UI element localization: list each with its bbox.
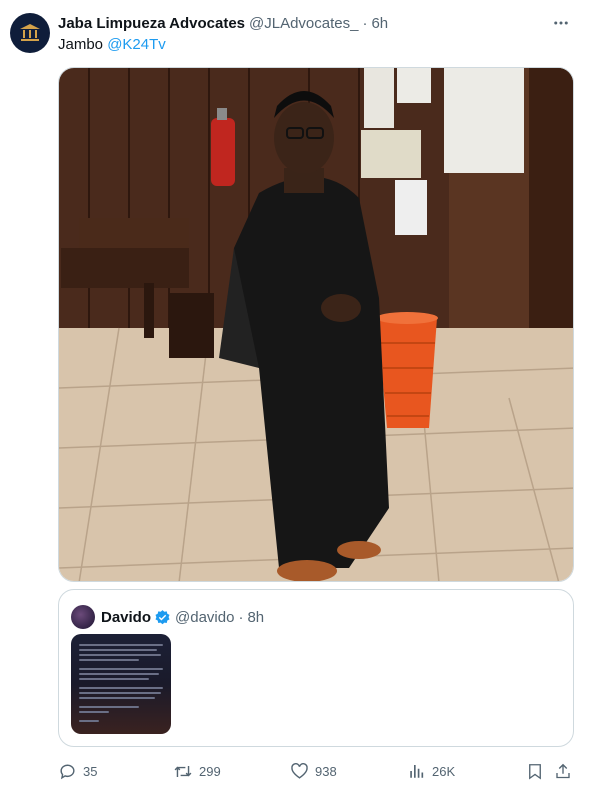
tweet-actions-bar: 35 299 938 26K	[58, 760, 578, 782]
retweet-count: 299	[199, 763, 221, 779]
law-firm-logo-icon	[20, 24, 40, 41]
author-name[interactable]: Jaba Limpueza Advocates	[58, 15, 245, 32]
reply-icon	[60, 764, 75, 779]
more-button[interactable]	[549, 11, 573, 35]
quoted-tweet[interactable]: Davido @davido · 8h	[58, 589, 574, 747]
mention-link[interactable]: @K24Tv	[107, 36, 166, 53]
reply-button[interactable]: 35	[58, 760, 97, 782]
tweet-timestamp[interactable]: 6h	[371, 15, 388, 32]
verified-icon	[154, 609, 171, 626]
views-count: 26K	[432, 763, 456, 779]
bookmark-icon	[529, 763, 541, 780]
like-button[interactable]: 938	[290, 760, 337, 782]
retweet-icon	[174, 765, 192, 777]
retweet-button[interactable]: 299	[173, 760, 221, 782]
quoted-tweet-media[interactable]	[71, 634, 171, 734]
tweet-text-body: Jambo	[58, 36, 108, 53]
views-button[interactable]: 26K	[408, 760, 455, 782]
like-icon	[291, 762, 308, 779]
reply-count: 35	[83, 763, 98, 779]
quoted-author-handle[interactable]: @davido	[175, 609, 234, 626]
quoted-tweet-timestamp[interactable]: 8h	[247, 609, 264, 626]
quoted-author-name[interactable]: Davido	[101, 609, 151, 626]
quoted-tweet-header: Davido @davido · 8h	[71, 605, 264, 629]
share-button[interactable]	[554, 760, 578, 782]
separator-dot: ·	[238, 608, 244, 626]
bookmark-button[interactable]	[526, 760, 550, 782]
like-count: 938	[315, 763, 337, 779]
author-handle[interactable]: @JLAdvocates_	[249, 15, 358, 32]
separator-dot: ·	[362, 14, 368, 32]
tweet-text: Jambo @K24Tv	[58, 36, 166, 53]
share-icon	[556, 763, 570, 778]
author-avatar[interactable]	[10, 13, 50, 53]
views-icon	[410, 765, 424, 778]
tweet-header: Jaba Limpueza Advocates @JLAdvocates_ · …	[58, 13, 571, 33]
more-icon	[554, 21, 568, 25]
quoted-author-avatar[interactable]	[71, 605, 95, 629]
tweet-photo[interactable]	[58, 67, 574, 582]
